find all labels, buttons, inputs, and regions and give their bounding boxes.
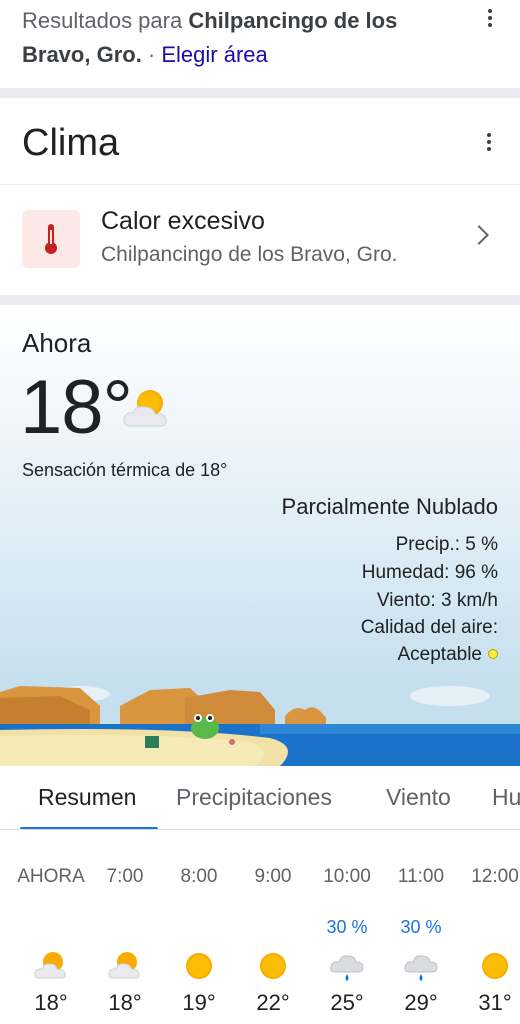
hour-item[interactable]: 12:00 31°: [458, 840, 520, 1024]
sun-icon: [260, 953, 286, 979]
hour-item[interactable]: 7:00 18°: [88, 840, 162, 1024]
hour-item[interactable]: 11:00 30 % 29°: [384, 840, 458, 1024]
results-separator: ·: [141, 42, 162, 67]
hour-precip: 30 %: [326, 917, 368, 937]
sun-icon: [186, 953, 212, 979]
current-temperature: 18°: [20, 365, 133, 450]
hour-temp: 29°: [404, 990, 438, 1015]
rain-cloud-icon: [330, 955, 364, 981]
tab-wind[interactable]: Viento: [386, 784, 451, 811]
hourly-forecast: AHORA 18° 7:00 18° 8:00 19° 9:00 22° 10:…: [0, 840, 520, 1024]
hour-item[interactable]: 8:00 19°: [162, 840, 236, 1024]
hour-time: 7:00: [106, 866, 144, 887]
hour-time: 8:00: [180, 866, 218, 887]
hour-temp: 22°: [256, 990, 290, 1015]
sun-icon: [482, 953, 508, 979]
choose-area-link[interactable]: Elegir área: [161, 42, 267, 67]
section-divider: [0, 88, 520, 98]
air-quality-value: Aceptable: [397, 644, 482, 665]
wind-value: Viento: 3 km/h: [376, 590, 498, 611]
precipitation-value: Precip.: 5 %: [395, 534, 498, 555]
hour-temp: 31°: [478, 990, 512, 1015]
hour-temp: 18°: [34, 990, 68, 1015]
results-place-line1: Chilpancingo de los: [188, 8, 398, 33]
hour-item[interactable]: 10:00 30 % 25°: [310, 840, 384, 1024]
air-quality-dot-icon: [488, 649, 498, 659]
thermometer-icon: [22, 210, 80, 268]
section-divider: [0, 295, 520, 305]
hour-temp: 18°: [108, 990, 142, 1015]
alert-location: Chilpancingo de los Bravo, Gro.: [101, 243, 398, 266]
hour-item[interactable]: 9:00 22°: [236, 840, 310, 1024]
more-options-icon[interactable]: [478, 6, 502, 30]
weather-title: Clima: [22, 122, 120, 164]
heat-alert-card[interactable]: Calor excesivo Chilpancingo de los Bravo…: [0, 185, 520, 295]
hour-temp: 25°: [330, 990, 364, 1015]
humidity-value: Humedad: 96 %: [361, 562, 498, 583]
feels-like: Sensación térmica de 18°: [22, 460, 228, 480]
now-label: Ahora: [22, 328, 92, 358]
partly-cloudy-icon: [34, 952, 66, 979]
results-header: Resultados para Chilpancingo de los Brav…: [0, 0, 520, 88]
tab-precipitation[interactable]: Precipitaciones: [176, 784, 332, 811]
weather-tabs: Resumen Precipitaciones Viento Hu: [0, 772, 520, 830]
results-place-line2: Bravo, Gro.: [22, 42, 142, 67]
hour-temp: 19°: [182, 990, 216, 1015]
hour-time: 11:00: [397, 866, 445, 887]
air-quality: Aceptable: [397, 644, 498, 666]
weather-condition: Parcialmente Nublado: [281, 494, 498, 519]
hour-item[interactable]: AHORA 18°: [14, 840, 88, 1024]
hour-time: 10:00: [323, 866, 371, 887]
partly-cloudy-icon: [108, 952, 140, 979]
tab-summary[interactable]: Resumen: [38, 784, 136, 811]
active-tab-indicator: [20, 827, 158, 829]
hour-precip: 30 %: [400, 917, 442, 937]
hour-time: AHORA: [17, 866, 85, 887]
rain-cloud-icon: [404, 955, 438, 981]
air-quality-label: Calidad del aire:: [360, 617, 498, 638]
results-text: Resultados para Chilpancingo de los Brav…: [22, 4, 460, 72]
results-prefix: Resultados para: [22, 8, 189, 33]
partly-cloudy-icon: [122, 386, 172, 435]
weather-more-options-icon[interactable]: [477, 130, 501, 154]
hour-time: 9:00: [254, 866, 292, 887]
alert-title: Calor excesivo: [101, 207, 265, 235]
hour-time: 12:00: [471, 866, 519, 887]
tab-humidity[interactable]: Hu: [492, 784, 520, 811]
current-weather-panel: Ahora 18° Sensación térmica de 18° Parci…: [0, 306, 520, 766]
beach-scene-illustration: [0, 686, 520, 766]
